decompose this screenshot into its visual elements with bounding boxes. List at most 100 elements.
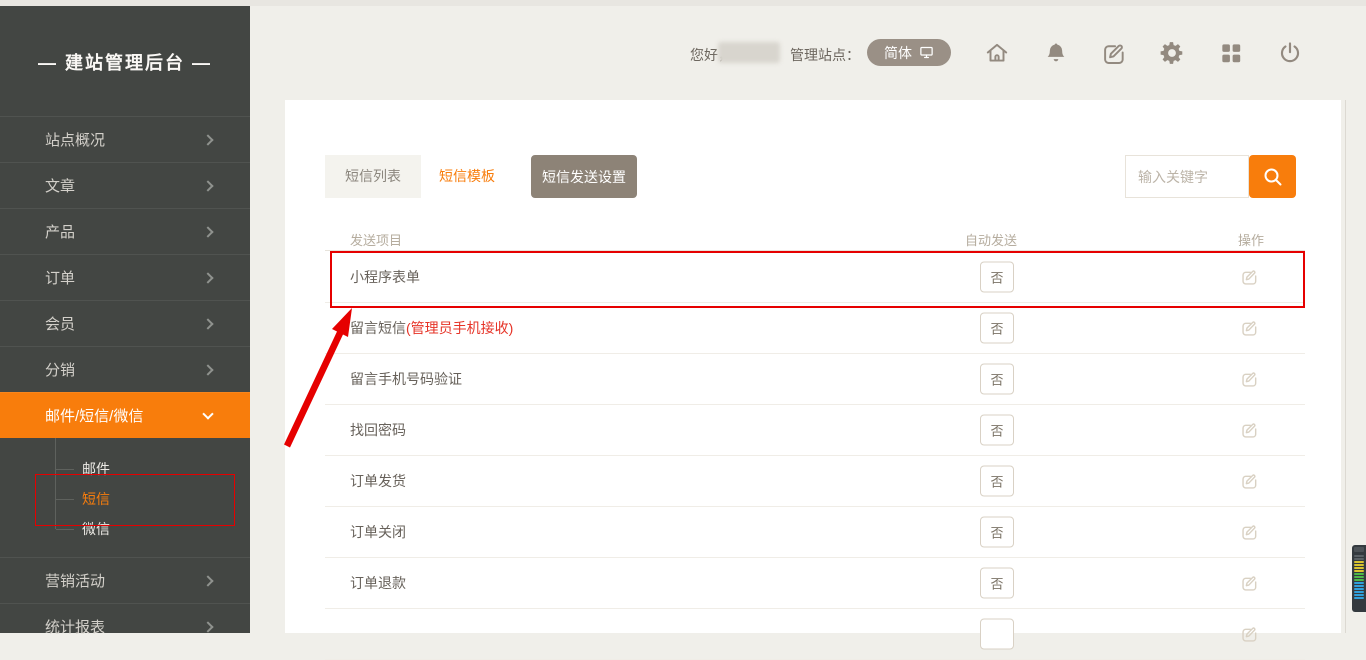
apps-grid-icon[interactable]	[1218, 40, 1244, 66]
sidebar-item-reports[interactable]: 统计报表	[0, 603, 250, 649]
monitor-icon	[919, 45, 934, 60]
search-input[interactable]	[1125, 155, 1249, 198]
tab-sms-template[interactable]: 短信模板	[421, 155, 513, 198]
auto-send-toggle[interactable]: 否	[980, 415, 1014, 446]
home-icon[interactable]	[984, 40, 1010, 66]
table-row-order-shipped: 订单发货 否	[325, 456, 1305, 507]
main-panel: 短信列表 短信模板 短信发送设置 发送项目 自动发送 操作 小程序表单否留言短信…	[285, 100, 1341, 633]
chevron-right-icon	[202, 364, 213, 375]
sidebar-menu-top: 站点概况文章产品订单会员分销	[0, 116, 250, 392]
sidebar: — 建站管理后台 — 站点概况文章产品订单会员分销 邮件/短信/微信 邮件短信微…	[0, 6, 250, 633]
table-row-message-phone-verify: 留言手机号码验证否	[325, 354, 1305, 405]
sidebar-item-orders[interactable]: 订单	[0, 254, 250, 300]
widget-bar	[1354, 570, 1364, 572]
edit-icon[interactable]	[1240, 573, 1260, 593]
edit-icon[interactable]	[1240, 318, 1260, 338]
table-header: 发送项目 自动发送 操作	[325, 228, 1305, 251]
sidebar-subitem-email[interactable]: 邮件	[0, 454, 250, 484]
search-button[interactable]	[1249, 155, 1296, 198]
chevron-right-icon	[202, 180, 213, 191]
sidebar-item-label: 站点概况	[45, 129, 105, 150]
widget-bar	[1354, 594, 1364, 596]
table-row-partial-row	[325, 609, 1305, 660]
edit-icon[interactable]	[1240, 420, 1260, 440]
overlay-meter-widget[interactable]	[1352, 545, 1366, 612]
bell-icon[interactable]	[1043, 40, 1069, 66]
table-body: 小程序表单否留言短信(管理员手机接收)否留言手机号码验证否找回密码否订单发货否订…	[325, 252, 1305, 660]
sidebar-item-label: 会员	[45, 313, 75, 334]
column-operation: 操作	[1238, 230, 1264, 249]
sidebar-menu-bottom: 营销活动统计报表	[0, 557, 250, 649]
power-icon[interactable]	[1277, 40, 1303, 66]
edit-icon[interactable]	[1240, 369, 1260, 389]
table-row-order-closed: 订单关闭否	[325, 507, 1305, 558]
widget-bar	[1354, 564, 1364, 566]
sidebar-item-products[interactable]: 产品	[0, 208, 250, 254]
column-send-item: 发送项目	[350, 230, 402, 249]
sms-send-settings-button[interactable]: 短信发送设置	[531, 155, 637, 198]
auto-send-toggle[interactable]: 否	[980, 313, 1014, 344]
chevron-right-icon	[202, 226, 213, 237]
chevron-right-icon	[202, 318, 213, 329]
edit-icon[interactable]	[1240, 471, 1260, 491]
auto-send-toggle[interactable]: 否	[980, 517, 1014, 548]
sidebar-nav: 站点概况文章产品订单会员分销 邮件/短信/微信 邮件短信微信 营销活动统计报表	[0, 116, 250, 649]
scrollbar-track[interactable]	[1345, 100, 1346, 633]
sidebar-submenu: 邮件短信微信	[0, 438, 250, 557]
table-row-message-sms: 留言短信(管理员手机接收) 否	[325, 303, 1305, 354]
row-name: 留言短信(管理员手机接收)	[350, 318, 513, 338]
auto-send-toggle[interactable]: 否	[980, 262, 1014, 293]
widget-bar	[1354, 585, 1364, 587]
header-bar: 您好， 管理站点： 简体	[250, 0, 1366, 100]
widget-bar	[1354, 597, 1364, 599]
table-row-order-refund: 订单退款 否	[325, 558, 1305, 609]
row-name-note: (管理员手机接收)	[406, 320, 513, 336]
sidebar-item-label: 营销活动	[45, 570, 105, 591]
sidebar-subitem-sms[interactable]: 短信	[0, 484, 250, 514]
auto-send-toggle[interactable]: 否	[980, 364, 1014, 395]
gear-icon[interactable]	[1159, 40, 1185, 66]
language-pill[interactable]: 简体	[867, 39, 951, 66]
edit-icon[interactable]	[1240, 522, 1260, 542]
chevron-right-icon	[202, 272, 213, 283]
column-auto-send: 自动发送	[965, 230, 1017, 249]
widget-handle	[1354, 547, 1364, 552]
sidebar-subitem-wechat[interactable]: 微信	[0, 514, 250, 544]
widget-bar	[1354, 561, 1364, 563]
sidebar-item-articles[interactable]: 文章	[0, 162, 250, 208]
chevron-right-icon	[202, 575, 213, 586]
widget-bar	[1354, 573, 1364, 575]
widget-bar	[1354, 567, 1364, 569]
widget-bar	[1354, 588, 1364, 590]
row-name: 订单退款	[350, 573, 406, 593]
widget-bar	[1354, 582, 1364, 584]
widget-bar	[1354, 555, 1364, 557]
sidebar-item-site-overview[interactable]: 站点概况	[0, 116, 250, 162]
auto-send-toggle[interactable]: 否	[980, 568, 1014, 599]
widget-bar	[1354, 558, 1364, 560]
sidebar-item-label: 邮件/短信/微信	[45, 405, 143, 426]
chevron-right-icon	[202, 621, 213, 632]
sidebar-item-distribution[interactable]: 分销	[0, 346, 250, 392]
table-row-password-recovery: 找回密码否	[325, 405, 1305, 456]
widget-bar	[1354, 591, 1364, 593]
username-redacted	[718, 42, 780, 63]
sidebar-item-label: 订单	[45, 267, 75, 288]
tab-sms-list[interactable]: 短信列表	[325, 155, 421, 198]
widget-bar	[1354, 579, 1364, 581]
edit-icon[interactable]	[1240, 267, 1260, 287]
table-row-mini-program-form: 小程序表单 否	[325, 252, 1305, 303]
sidebar-item-members[interactable]: 会员	[0, 300, 250, 346]
sidebar-item-label: 文章	[45, 175, 75, 196]
edit-pen-icon[interactable]	[1101, 40, 1127, 66]
sidebar-item-label: 统计报表	[45, 616, 105, 637]
row-name: 订单发货	[350, 471, 406, 491]
sidebar-item-label: 产品	[45, 221, 75, 242]
sidebar-item-marketing[interactable]: 营销活动	[0, 557, 250, 603]
widget-bar	[1354, 576, 1364, 578]
edit-icon[interactable]	[1240, 624, 1260, 644]
row-name: 小程序表单	[350, 267, 420, 287]
auto-send-toggle[interactable]	[980, 619, 1014, 650]
sidebar-item-email-sms-wechat[interactable]: 邮件/短信/微信	[0, 392, 250, 438]
auto-send-toggle[interactable]: 否	[980, 466, 1014, 497]
